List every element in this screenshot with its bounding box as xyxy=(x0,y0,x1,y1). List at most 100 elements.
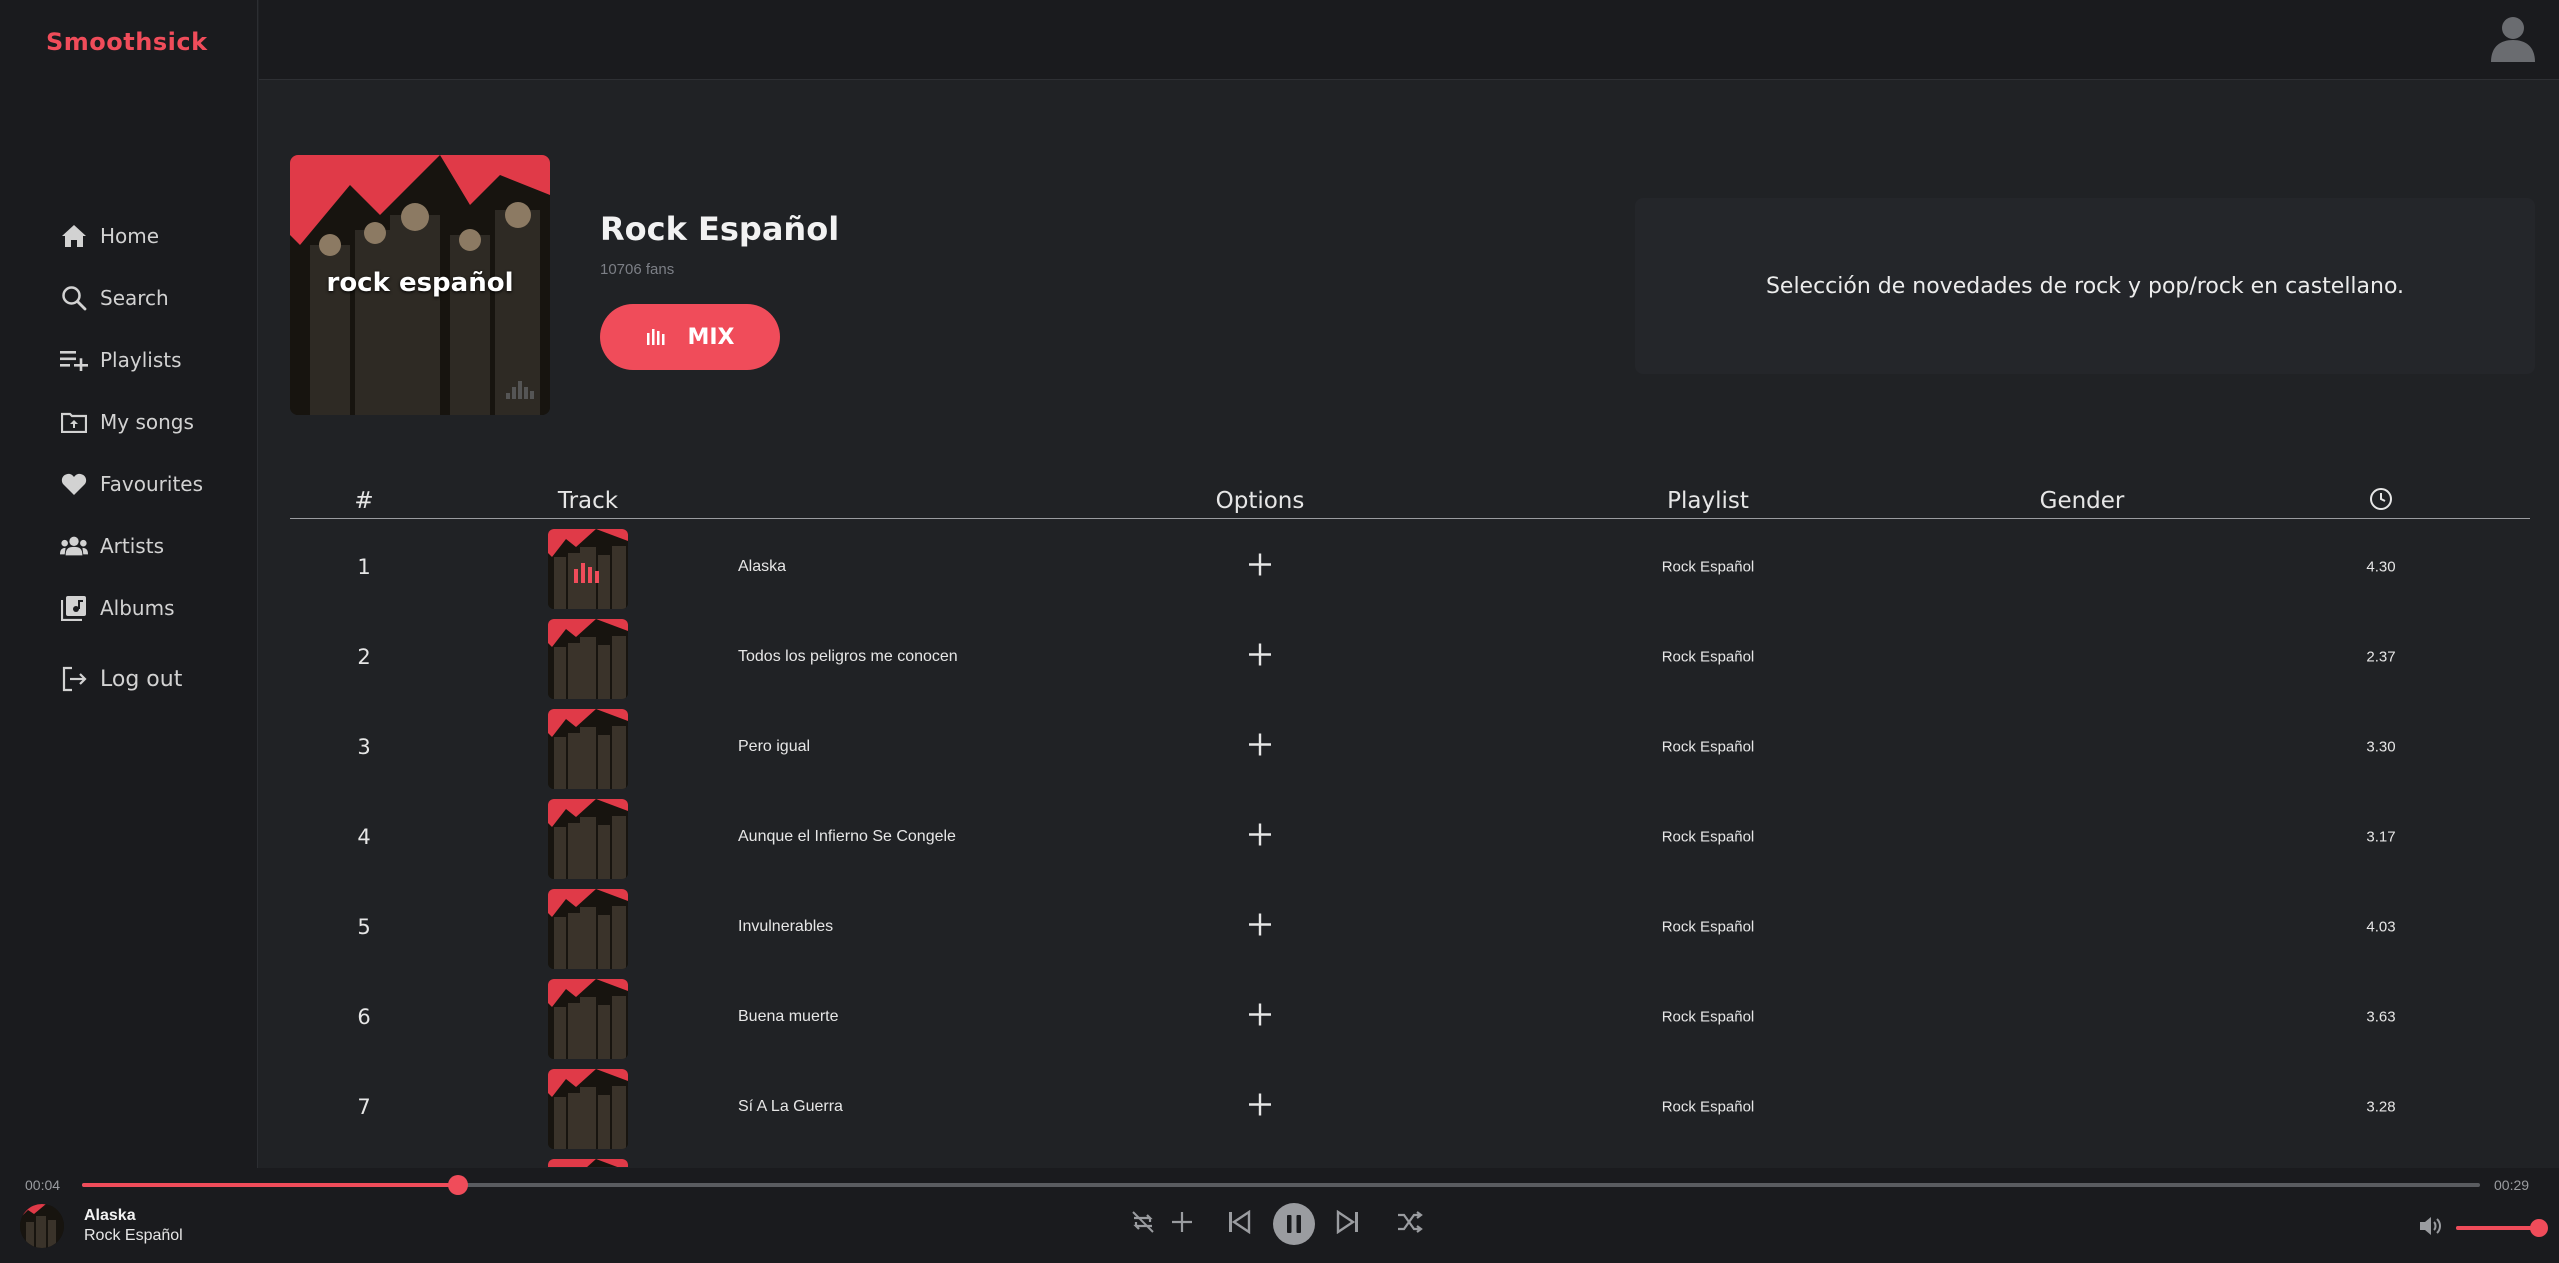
sidebar-item-my-songs[interactable]: My songs xyxy=(60,391,203,453)
sidebar-item-favourites[interactable]: Favourites xyxy=(60,453,203,515)
track-duration: 4.03 xyxy=(2366,918,2396,936)
track-name[interactable]: Todos los peligros me conocen xyxy=(738,648,958,666)
track-playlist: Rock Español xyxy=(1661,1008,1755,1026)
clock-icon xyxy=(2369,487,2393,517)
add-to-playlist-button[interactable] xyxy=(1245,730,1275,765)
logout-button[interactable]: Log out xyxy=(60,665,182,693)
add-to-playlist-button[interactable] xyxy=(1245,820,1275,855)
volume-slider-handle[interactable] xyxy=(2530,1219,2549,1237)
equalizer-icon xyxy=(574,563,599,583)
sidebar-item-search[interactable]: Search xyxy=(60,267,203,329)
track-name[interactable]: Alaska xyxy=(738,558,786,576)
track-duration: 2.37 xyxy=(2366,648,2396,666)
track-number: 5 xyxy=(357,915,371,939)
track-thumbnail xyxy=(548,1069,628,1149)
plus-icon xyxy=(1249,1093,1271,1116)
track-name[interactable]: Buena muerte xyxy=(738,1008,839,1026)
previous-icon[interactable] xyxy=(1227,1209,1251,1239)
track-playlist: Rock Español xyxy=(1661,648,1755,666)
table-row[interactable]: 1 Alaska Rock Español 4.30 xyxy=(290,522,2530,612)
playlist-fans: 10706 fans xyxy=(600,261,675,278)
sidebar-item-label: My songs xyxy=(100,410,194,434)
playlist-title: Rock Español xyxy=(600,210,840,248)
track-duration: 3.30 xyxy=(2366,738,2396,756)
add-icon[interactable] xyxy=(1170,1210,1194,1239)
sidebar-item-playlists[interactable]: Playlists xyxy=(60,329,203,391)
search-icon xyxy=(60,284,88,312)
volume-slider-fill xyxy=(2456,1226,2540,1230)
user-avatar-icon[interactable] xyxy=(2489,14,2537,62)
volume-slider[interactable] xyxy=(2456,1219,2549,1237)
track-name[interactable]: Invulnerables xyxy=(738,918,833,936)
logout-icon xyxy=(60,665,88,693)
app-logo[interactable]: Smoothsick xyxy=(46,28,208,56)
home-icon xyxy=(60,222,88,250)
sidebar-item-label: Favourites xyxy=(100,472,204,496)
cover-title: rock español xyxy=(326,268,514,298)
sidebar: Smoothsick Home Search Playlists My song… xyxy=(0,0,258,1168)
add-to-playlist-button[interactable] xyxy=(1245,550,1275,585)
track-playlist: Rock Español xyxy=(1661,558,1755,576)
upload-folder-icon xyxy=(60,408,88,436)
add-to-playlist-button[interactable] xyxy=(1245,1000,1275,1035)
album-icon xyxy=(60,594,88,622)
track-thumbnail xyxy=(548,889,628,969)
sidebar-item-label: Albums xyxy=(100,596,175,620)
now-playing-subtitle[interactable]: Rock Español xyxy=(84,1227,183,1245)
table-row[interactable]: 6 Buena muerte Rock Español 3.63 xyxy=(290,972,2530,1062)
plus-icon xyxy=(1249,823,1271,846)
volume-icon[interactable] xyxy=(2418,1214,2444,1243)
track-thumbnail xyxy=(548,709,628,789)
add-to-playlist-button[interactable] xyxy=(1245,1090,1275,1125)
table-row[interactable]: 4 Aunque el Infierno Se Congele Rock Esp… xyxy=(290,792,2530,882)
seek-bar[interactable] xyxy=(82,1175,2480,1195)
pause-icon xyxy=(1273,1203,1315,1245)
track-thumbnail xyxy=(548,979,628,1059)
track-number: 2 xyxy=(357,645,371,669)
seek-bar-fill xyxy=(82,1183,459,1187)
column-number: # xyxy=(354,488,374,514)
table-row[interactable]: 7 Sí A La Guerra Rock Español 3.28 xyxy=(290,1062,2530,1152)
track-duration: 3.63 xyxy=(2366,1008,2396,1026)
shuffle-icon[interactable] xyxy=(1397,1210,1423,1239)
track-thumbnail xyxy=(548,1159,628,1167)
total-time: 00:29 xyxy=(2494,1177,2530,1193)
track-number: 4 xyxy=(357,825,371,849)
plus-icon xyxy=(1249,1003,1271,1026)
add-to-playlist-button[interactable] xyxy=(1245,640,1275,675)
track-thumbnail xyxy=(548,799,628,879)
elapsed-time: 00:04 xyxy=(25,1177,61,1193)
add-to-playlist-button[interactable] xyxy=(1245,910,1275,945)
track-thumbnail xyxy=(548,529,628,609)
plus-icon xyxy=(1249,553,1271,576)
column-playlist: Playlist xyxy=(1667,488,1749,514)
column-options: Options xyxy=(1215,488,1305,514)
track-number: 7 xyxy=(357,1095,371,1119)
equalizer-icon xyxy=(645,325,665,350)
now-playing-title[interactable]: Alaska xyxy=(84,1207,136,1225)
column-track: Track xyxy=(557,488,619,514)
pause-button[interactable] xyxy=(1273,1203,1315,1250)
sidebar-item-home[interactable]: Home xyxy=(60,205,203,267)
playlist-add-icon xyxy=(60,346,88,374)
track-name[interactable]: Pero igual xyxy=(738,738,810,756)
table-row[interactable]: 2 Todos los peligros me conocen Rock Esp… xyxy=(290,612,2530,702)
column-gender: Gender xyxy=(2039,488,2125,514)
track-name[interactable]: Sí A La Guerra xyxy=(738,1098,843,1116)
seek-bar-handle[interactable] xyxy=(448,1175,469,1195)
sidebar-item-artists[interactable]: Artists xyxy=(60,515,203,577)
track-playlist: Rock Español xyxy=(1661,1098,1755,1116)
mix-button[interactable]: MIX xyxy=(600,304,780,370)
next-icon[interactable] xyxy=(1336,1209,1360,1239)
plus-icon xyxy=(1249,733,1271,756)
track-name[interactable]: Aunque el Infierno Se Congele xyxy=(738,828,956,846)
sidebar-item-albums[interactable]: Albums xyxy=(60,577,203,639)
track-duration: 4.30 xyxy=(2366,558,2396,576)
track-number: 1 xyxy=(357,555,371,579)
table-row[interactable]: 5 Invulnerables Rock Español 4.03 xyxy=(290,882,2530,972)
repeat-icon[interactable] xyxy=(1130,1209,1156,1240)
track-duration: 3.28 xyxy=(2366,1098,2396,1116)
player-bar: 00:04 00:29 Alaska Rock Español xyxy=(0,1168,2559,1263)
table-row[interactable] xyxy=(290,1152,2530,1167)
table-row[interactable]: 3 Pero igual Rock Español 3.30 xyxy=(290,702,2530,792)
